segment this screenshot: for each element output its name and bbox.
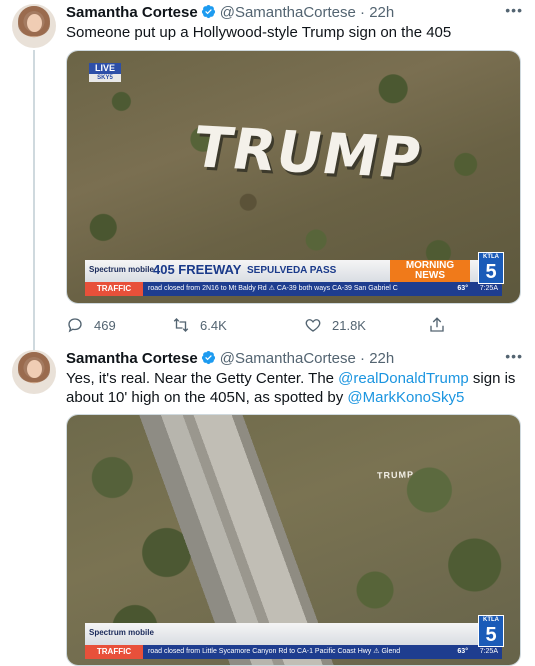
reply-button[interactable]: 469 xyxy=(66,316,116,334)
live-label: LIVE xyxy=(89,63,121,74)
show-name: MORNING NEWS xyxy=(390,260,470,282)
lower-third-top-bar: Spectrum mobile 405 FREEWAY SEPULVEDA PA… xyxy=(85,260,502,282)
verified-badge-icon xyxy=(201,4,215,19)
ticker-label: TRAFFIC xyxy=(85,282,143,296)
lower-third-top-bar: Spectrum mobile xyxy=(85,623,502,645)
station-name: KTLA xyxy=(483,617,499,623)
timestamp[interactable]: 22h xyxy=(369,350,394,367)
tweet-text: Yes, it's real. Near the Getty Center. T… xyxy=(66,369,521,407)
station-name: KTLA xyxy=(483,254,499,260)
station-logo: KTLA 5 xyxy=(478,615,504,647)
station-channel: 5 xyxy=(485,624,497,646)
live-badge: LIVE SKY5 xyxy=(89,63,121,82)
tweet-2[interactable]: Samantha Cortese @SamanthaCortese · 22h •… xyxy=(0,346,535,666)
tweet-header: Samantha Cortese @SamanthaCortese · 22h •… xyxy=(66,0,523,23)
ticker-bar: TRAFFIC road closed from 2N16 to Mt Bald… xyxy=(85,282,502,296)
live-sublabel: SKY5 xyxy=(89,74,121,82)
news-lower-third: Spectrum mobile TRAFFIC road closed from… xyxy=(85,623,502,661)
sign-text: TRUMP xyxy=(376,469,415,481)
ticker-text: road closed from 2N16 to Mt Baldy Rd ⚠ C… xyxy=(148,285,398,292)
ticker-bar: TRAFFIC road closed from Little Sycamore… xyxy=(85,645,502,659)
station-logo: KTLA 5 xyxy=(478,252,504,284)
ticker-label: TRAFFIC xyxy=(85,645,143,659)
mention-link[interactable]: @MarkKonoSky5 xyxy=(347,389,464,406)
clock: 7:25A xyxy=(479,648,498,655)
like-count: 21.8K xyxy=(332,317,366,333)
tweet-1[interactable]: Samantha Cortese @SamanthaCortese · 22h •… xyxy=(0,0,535,346)
tweet-text: Someone put up a Hollywood-style Trump s… xyxy=(66,24,452,41)
share-button[interactable] xyxy=(428,316,446,334)
ticker-text: road closed from Little Sycamore Canyon … xyxy=(148,648,401,655)
share-icon xyxy=(430,317,444,332)
news-headline: 405 FREEWAY xyxy=(153,262,242,277)
clock: 7:25A xyxy=(479,285,498,292)
temperature: 63° xyxy=(457,648,468,655)
retweet-icon xyxy=(173,318,189,332)
text-segment: Yes, it's real. Near the Getty Center. T… xyxy=(66,370,339,387)
retweet-count: 6.4K xyxy=(200,317,227,333)
author-name[interactable]: Samantha Cortese xyxy=(66,350,198,367)
retweet-button[interactable]: 6.4K xyxy=(172,316,227,334)
temperature: 63° xyxy=(457,285,468,292)
reply-icon xyxy=(68,318,82,333)
author-handle[interactable]: @SamanthaCortese xyxy=(220,350,356,367)
tweet-header: Samantha Cortese @SamanthaCortese · 22h •… xyxy=(66,346,523,369)
news-lower-third: Spectrum mobile 405 FREEWAY SEPULVEDA PA… xyxy=(85,260,502,298)
more-icon[interactable]: ••• xyxy=(505,346,523,366)
mention-link[interactable]: @realDonaldTrump xyxy=(338,370,469,387)
timestamp[interactable]: 22h xyxy=(369,4,394,21)
separator-dot: · xyxy=(360,4,366,21)
sign-text: TRUMP xyxy=(187,115,427,192)
like-button[interactable]: 21.8K xyxy=(304,316,366,334)
sponsor-logo: Spectrum mobile xyxy=(89,265,154,274)
like-icon xyxy=(305,319,321,332)
news-subheadline: SEPULVEDA PASS xyxy=(247,265,337,276)
author-handle[interactable]: @SamanthaCortese xyxy=(220,4,356,21)
show-name-line2: NEWS xyxy=(415,270,445,281)
avatar[interactable] xyxy=(12,4,56,48)
author-name[interactable]: Samantha Cortese xyxy=(66,4,198,21)
tweet-image[interactable]: TRUMP Spectrum mobile TRAFFIC road close… xyxy=(66,414,521,666)
station-channel: 5 xyxy=(485,261,497,283)
sponsor-logo: Spectrum mobile xyxy=(89,628,154,637)
tweet-image[interactable]: TRUMP LIVE SKY5 Spectrum mobile 405 FREE… xyxy=(66,50,521,304)
tweet-actions: 469 6.4K 21.8K xyxy=(66,316,446,336)
more-icon[interactable]: ••• xyxy=(505,0,523,20)
avatar[interactable] xyxy=(12,350,56,394)
separator-dot: · xyxy=(360,350,366,367)
verified-badge-icon xyxy=(201,350,215,365)
reply-count: 469 xyxy=(94,317,116,333)
